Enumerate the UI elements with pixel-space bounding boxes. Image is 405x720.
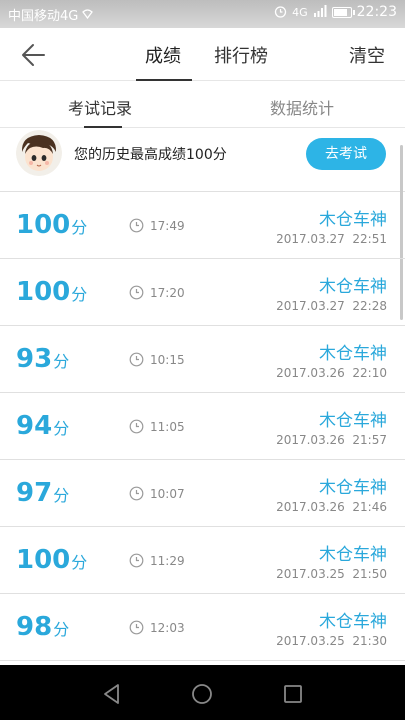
record-row[interactable]: 100分 17:20 木仓车神 2017.03.27 22:28: [0, 259, 405, 326]
score-unit: 分: [53, 419, 70, 438]
system-nav-bar: [0, 665, 405, 720]
network-type-icon: 4G: [292, 5, 308, 19]
score-value: 98分: [16, 612, 69, 642]
exam-datetime: 2017.03.25 21:30: [276, 634, 387, 648]
nav-home-button[interactable]: [190, 682, 214, 706]
user-name: 木仓车神: [319, 277, 387, 297]
record-row[interactable]: 94分 11:05 木仓车神 2017.03.26 21:57: [0, 393, 405, 460]
exam-datetime: 2017.03.27 22:28: [276, 299, 387, 313]
record-row[interactable]: 100分 17:49 木仓车神 2017.03.27 22:51: [0, 192, 405, 259]
clock-icon: [129, 285, 144, 300]
exam-duration: 17:20: [150, 286, 185, 300]
score-value: 100分: [16, 210, 87, 240]
exam-datetime: 2017.03.26 22:10: [276, 366, 387, 380]
exam-datetime: 2017.03.25 21:50: [276, 567, 387, 581]
exam-duration: 17:49: [150, 219, 185, 233]
score-value: 100分: [16, 545, 87, 575]
wifi-icon: [82, 8, 94, 21]
score-value: 93分: [16, 344, 69, 374]
clock-icon: [129, 620, 144, 635]
exam-duration: 10:07: [150, 487, 185, 501]
score-value: 97分: [16, 478, 69, 508]
tab-score[interactable]: 成绩: [145, 42, 181, 68]
score-number: 100: [16, 210, 71, 240]
score-unit: 分: [71, 218, 88, 237]
status-right: 4G 22:23: [274, 4, 397, 20]
score-number: 100: [16, 545, 71, 575]
user-name: 木仓车神: [319, 545, 387, 565]
clock-time: 22:23: [356, 4, 397, 20]
arrow-left-icon: [22, 44, 45, 66]
score-number: 98: [16, 612, 53, 642]
exam-datetime: 2017.03.26 21:57: [276, 433, 387, 447]
clock-icon: [129, 553, 144, 568]
exam-datetime: 2017.03.27 22:51: [276, 232, 387, 246]
score-number: 97: [16, 478, 53, 508]
user-name: 木仓车神: [319, 344, 387, 364]
square-recents-icon: [284, 685, 302, 703]
carrier-label: 中国移动4G: [8, 9, 79, 24]
exam-duration: 11:05: [150, 420, 185, 434]
alarm-icon: [274, 5, 287, 20]
record-row[interactable]: 100分 11:29 木仓车神 2017.03.25 21:50: [0, 527, 405, 594]
exam-datetime: 2017.03.26 21:46: [276, 500, 387, 514]
exam-duration: 11:29: [150, 554, 185, 568]
nav-back-button[interactable]: [100, 682, 124, 706]
exam-duration: 12:03: [150, 621, 185, 635]
status-bar: 中国移动4G 4G 22:23: [0, 0, 405, 28]
clock-icon: [129, 419, 144, 434]
clear-button[interactable]: 清空: [349, 42, 385, 68]
triangle-back-icon: [104, 684, 119, 704]
status-left: 中国移动4G: [8, 5, 94, 24]
clock-icon: [129, 486, 144, 501]
record-row[interactable]: 97分 10:07 木仓车神 2017.03.26 21:46: [0, 460, 405, 527]
best-score-banner: 您的历史最高成绩100分 去考试: [0, 128, 405, 192]
circle-home-icon: [192, 684, 212, 704]
sub-tabs: 考试记录 数据统计: [0, 82, 405, 128]
score-unit: 分: [71, 285, 88, 304]
nav-recents-button[interactable]: [281, 682, 305, 706]
clock-icon: [129, 218, 144, 233]
score-unit: 分: [53, 486, 70, 505]
clock-icon: [129, 352, 144, 367]
user-name: 木仓车神: [319, 210, 387, 230]
battery-icon: [331, 6, 355, 18]
record-row[interactable]: 98分 12:03 木仓车神 2017.03.25 21:30: [0, 594, 405, 661]
score-unit: 分: [53, 620, 70, 639]
score-value: 100分: [16, 277, 87, 307]
score-number: 100: [16, 277, 71, 307]
score-number: 93: [16, 344, 53, 374]
avatar: [16, 130, 62, 176]
exam-records-list: 100分 17:49 木仓车神 2017.03.27 22:51 100分 17:20 木仓…: [0, 192, 405, 661]
top-header: 成绩 排行榜 清空: [0, 28, 405, 81]
score-value: 94分: [16, 411, 69, 441]
record-row[interactable]: 93分 10:15 木仓车神 2017.03.26 22:10: [0, 326, 405, 393]
tab-active-indicator: [136, 79, 192, 81]
take-exam-button[interactable]: 去考试: [306, 138, 386, 170]
signal-icon: [313, 5, 327, 19]
tab-exam-records[interactable]: 考试记录: [68, 95, 132, 119]
user-name: 木仓车神: [319, 411, 387, 431]
exam-duration: 10:15: [150, 353, 185, 367]
tab-ranking[interactable]: 排行榜: [214, 42, 268, 68]
user-name: 木仓车神: [319, 612, 387, 632]
best-score-text: 您的历史最高成绩100分: [74, 147, 227, 163]
user-name: 木仓车神: [319, 478, 387, 498]
back-button[interactable]: [14, 40, 50, 70]
score-number: 94: [16, 411, 53, 441]
score-unit: 分: [71, 553, 88, 572]
score-unit: 分: [53, 352, 70, 371]
tab-statistics[interactable]: 数据统计: [270, 95, 334, 119]
